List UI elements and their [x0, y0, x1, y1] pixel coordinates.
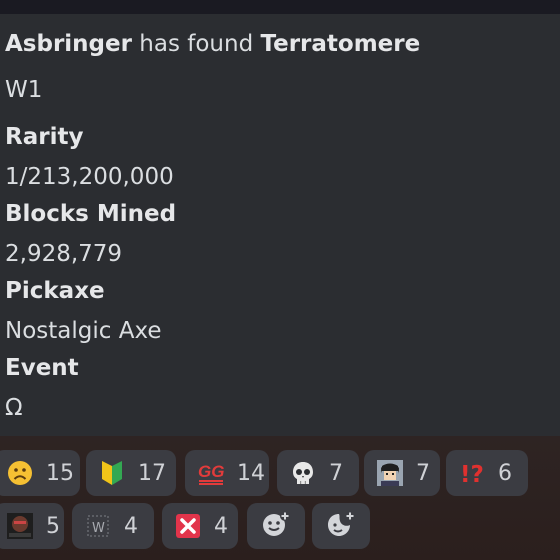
reaction-w[interactable]: W 4 — [72, 503, 154, 549]
reaction-frowning-face[interactable]: 15 — [0, 450, 80, 496]
add-super-reaction-button[interactable] — [312, 503, 370, 549]
reaction-count: 7 — [329, 460, 343, 486]
reaction-count: 4 — [124, 513, 138, 539]
reaction-count: 15 — [46, 460, 74, 486]
reaction-count: 14 — [237, 460, 265, 486]
found-text: has found — [131, 31, 261, 57]
cross-mark-button-icon — [174, 512, 202, 540]
embed-title: Asbringer has found Terratomere — [5, 29, 420, 59]
player-name: Asbringer — [5, 31, 132, 57]
field-label-pickaxe: Pickaxe — [5, 278, 105, 304]
svg-text:W: W — [92, 521, 105, 536]
japanese-beginner-symbol-icon — [98, 459, 126, 487]
frowning-face-icon — [6, 459, 34, 487]
gg-emoji-icon: GG — [197, 459, 225, 487]
custom-avatar-emoji-icon — [376, 459, 404, 487]
add-reaction-button[interactable] — [247, 503, 305, 549]
svg-text:!?: !? — [460, 462, 484, 486]
reaction-gg[interactable]: GG 14 — [185, 450, 269, 496]
field-value-blocks-mined: 2,928,779 — [5, 241, 123, 267]
reaction-interrobang[interactable]: !? 6 — [446, 450, 528, 496]
add-reaction-icon — [261, 510, 291, 542]
reaction-count: 5 — [46, 513, 60, 539]
reaction-custom-dark-face[interactable]: 5 — [0, 503, 64, 549]
reaction-count: 4 — [214, 513, 228, 539]
reaction-custom-avatar[interactable]: 7 — [364, 450, 440, 496]
reaction-count: 6 — [498, 460, 512, 486]
svg-text:GG: GG — [198, 462, 224, 481]
custom-dark-face-emoji-icon — [6, 512, 34, 540]
reaction-count: 7 — [416, 460, 430, 486]
field-label-blocks-mined: Blocks Mined — [5, 201, 177, 227]
field-value-rarity: 1/213,200,000 — [5, 164, 174, 190]
top-bar — [0, 0, 560, 14]
world-text: W1 — [5, 77, 43, 103]
item-name: Terratomere — [260, 31, 421, 57]
field-value-pickaxe: Nostalgic Axe — [5, 318, 162, 344]
field-value-event: Ω — [5, 395, 23, 421]
reaction-count: 17 — [138, 460, 166, 486]
exclamation-question-mark-icon: !? — [458, 459, 486, 487]
field-label-event: Event — [5, 355, 79, 381]
reaction-cross-mark[interactable]: 4 — [162, 503, 238, 549]
reactions-bar: 15 17 GG 14 7 7 !? 6 5 W 4 4 — [0, 436, 560, 560]
w-emoji-icon: W — [84, 512, 112, 540]
embed-card: Asbringer has found Terratomere W1 Rarit… — [0, 14, 560, 436]
skull-icon — [289, 459, 317, 487]
field-label-rarity: Rarity — [5, 124, 84, 150]
reaction-beginner[interactable]: 17 — [86, 450, 176, 496]
add-super-reaction-icon — [326, 510, 356, 542]
reaction-skull[interactable]: 7 — [277, 450, 359, 496]
